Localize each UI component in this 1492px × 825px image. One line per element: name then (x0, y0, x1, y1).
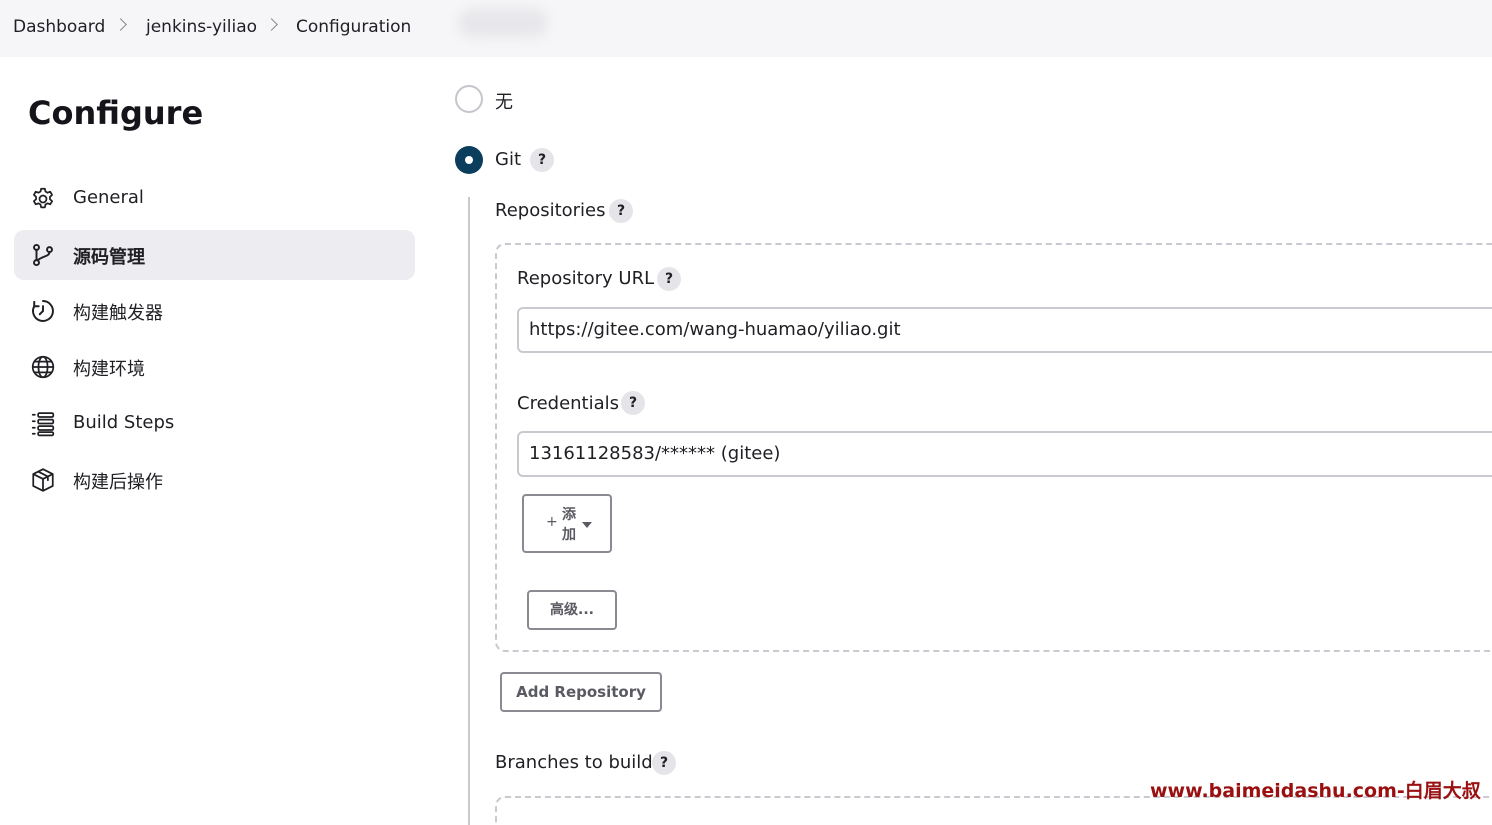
repositories-label: Repositories (495, 200, 606, 221)
credentials-select[interactable]: 13161128583/****** (gitee) (517, 431, 1492, 477)
globe-icon (31, 355, 55, 379)
sidebar-item-build-triggers[interactable]: 构建触发器 (14, 286, 415, 336)
watermark-text: www.baimeidashu.com-白眉大叔 (1150, 780, 1481, 802)
sidebar-item-label: General (73, 187, 144, 208)
sidebar-item-label: Build Steps (73, 412, 175, 433)
add-repository-button[interactable]: Add Repository (500, 672, 662, 712)
repository-url-label: Repository URL (517, 268, 655, 289)
sidebar-item-build-steps[interactable]: Build Steps (14, 399, 415, 449)
credentials-help-icon[interactable]: ? (621, 391, 645, 415)
sidebar-item-label: 源码管理 (73, 247, 145, 268)
sidebar-item-build-environment[interactable]: 构建环境 (14, 342, 415, 392)
repository-url-input[interactable]: https://gitee.com/wang-huamao/yiliao.git (517, 307, 1492, 353)
gear-icon (33, 187, 53, 209)
sidebar-item-label: 构建后操作 (73, 472, 163, 493)
scm-git-radio[interactable] (455, 146, 483, 174)
sidebar-item-label: 构建触发器 (73, 303, 163, 324)
sidebar-item-post-build[interactable]: 构建后操作 (14, 455, 415, 505)
add-credentials-button[interactable]: + 添加 (522, 494, 612, 553)
breadcrumb-configuration[interactable]: Configuration (296, 17, 411, 37)
branches-help-icon[interactable]: ? (652, 751, 676, 775)
breadcrumb: Dashboard jenkins-yiliao Configuration (0, 0, 1492, 57)
repositories-help-icon[interactable]: ? (609, 199, 633, 223)
branches-to-build-label: Branches to build (495, 752, 653, 773)
scm-git-label: Git (495, 149, 522, 170)
repository-url-help-icon[interactable]: ? (657, 267, 681, 291)
list-icon (31, 412, 55, 437)
credentials-label: Credentials (517, 393, 620, 414)
breadcrumb-job[interactable]: jenkins-yiliao (146, 17, 257, 37)
section-divider (468, 197, 470, 825)
advanced-button[interactable]: 高级... (527, 590, 617, 630)
add-button-label: 添加 (562, 507, 576, 543)
package-icon (32, 468, 54, 492)
sidebar-item-general[interactable]: General (14, 174, 415, 224)
sidebar-item-source-code[interactable]: 源码管理 (14, 230, 415, 280)
scm-none-label: 无 (495, 92, 513, 113)
chevron-right-icon (265, 18, 278, 31)
chevron-right-icon (114, 18, 127, 31)
branch-icon (33, 243, 53, 267)
plus-icon: + (546, 514, 558, 530)
caret-down-icon (582, 522, 592, 528)
sidebar-item-label: 构建环境 (73, 359, 145, 380)
git-help-icon[interactable]: ? (530, 148, 554, 172)
breadcrumb-dashboard[interactable]: Dashboard (13, 17, 105, 37)
scm-none-radio[interactable] (455, 85, 483, 113)
page-title: Configure (28, 94, 204, 132)
clock-icon (32, 300, 54, 322)
blurred-region (458, 8, 548, 38)
